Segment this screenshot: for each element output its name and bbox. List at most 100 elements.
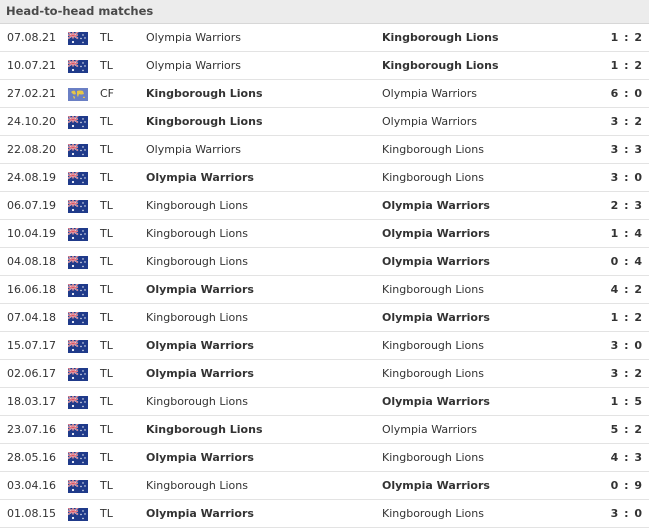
home-team[interactable]: Olympia Warriors (146, 164, 254, 191)
match-date: 07.04.18 (7, 311, 56, 324)
match-score[interactable]: 3 : 0 (611, 332, 643, 359)
match-row[interactable]: 01.08.15 TL Olympia Warriors Kingborough… (0, 500, 649, 528)
competition-code[interactable]: TL (100, 52, 113, 79)
competition-code[interactable]: TL (100, 388, 113, 415)
match-row[interactable]: 24.10.20 TL Kingborough Lions Olympia Wa… (0, 108, 649, 136)
home-team[interactable]: Kingborough Lions (146, 416, 263, 443)
match-row[interactable]: 02.06.17 TL Olympia Warriors Kingborough… (0, 360, 649, 388)
australia-flag-icon (68, 480, 88, 493)
competition-code[interactable]: TL (100, 444, 113, 471)
match-score[interactable]: 3 : 3 (611, 136, 643, 163)
match-row[interactable]: 27.02.21 CF Kingborough Lions Olympia Wa… (0, 80, 649, 108)
home-team[interactable]: Olympia Warriors (146, 52, 241, 79)
home-team[interactable]: Kingborough Lions (146, 472, 248, 499)
competition-code[interactable]: TL (100, 304, 113, 331)
match-score[interactable]: 2 : 3 (611, 192, 643, 219)
home-team[interactable]: Kingborough Lions (146, 304, 248, 331)
match-row[interactable]: 03.04.16 TL Kingborough Lions Olympia Wa… (0, 472, 649, 500)
match-date: 18.03.17 (7, 395, 56, 408)
home-team[interactable]: Olympia Warriors (146, 136, 241, 163)
away-team[interactable]: Olympia Warriors (382, 304, 490, 331)
home-team[interactable]: Olympia Warriors (146, 360, 254, 387)
away-team[interactable]: Kingborough Lions (382, 444, 484, 471)
away-team[interactable]: Kingborough Lions (382, 276, 484, 303)
away-team[interactable]: Kingborough Lions (382, 500, 484, 527)
match-row[interactable]: 07.08.21 TL Olympia Warriors Kingborough… (0, 24, 649, 52)
competition-code[interactable]: TL (100, 248, 113, 275)
match-score[interactable]: 3 : 0 (611, 164, 643, 191)
match-score[interactable]: 0 : 4 (611, 248, 643, 275)
match-date: 02.06.17 (7, 367, 56, 380)
home-team[interactable]: Olympia Warriors (146, 500, 254, 527)
home-team[interactable]: Kingborough Lions (146, 192, 248, 219)
match-score[interactable]: 0 : 9 (611, 472, 643, 499)
competition-code[interactable]: TL (100, 24, 113, 51)
home-team[interactable]: Kingborough Lions (146, 388, 248, 415)
away-team[interactable]: Olympia Warriors (382, 416, 477, 443)
competition-code[interactable]: TL (100, 192, 113, 219)
match-score[interactable]: 1 : 2 (611, 52, 643, 79)
competition-code[interactable]: TL (100, 472, 113, 499)
away-team[interactable]: Olympia Warriors (382, 248, 490, 275)
competition-code[interactable]: TL (100, 276, 113, 303)
competition-code[interactable]: TL (100, 136, 113, 163)
match-score[interactable]: 4 : 3 (611, 444, 643, 471)
match-score[interactable]: 4 : 2 (611, 276, 643, 303)
home-team[interactable]: Olympia Warriors (146, 332, 254, 359)
away-team[interactable]: Kingborough Lions (382, 332, 484, 359)
match-row[interactable]: 15.07.17 TL Olympia Warriors Kingborough… (0, 332, 649, 360)
match-score[interactable]: 3 : 2 (611, 360, 643, 387)
australia-flag-icon (68, 200, 88, 213)
match-row[interactable]: 10.07.21 TL Olympia Warriors Kingborough… (0, 52, 649, 80)
australia-flag-icon (68, 340, 88, 353)
match-date: 24.10.20 (7, 115, 56, 128)
match-score[interactable]: 1 : 4 (611, 220, 643, 247)
away-team[interactable]: Kingborough Lions (382, 136, 484, 163)
match-score[interactable]: 1 : 2 (611, 24, 643, 51)
competition-code[interactable]: TL (100, 332, 113, 359)
home-team[interactable]: Olympia Warriors (146, 276, 254, 303)
match-score[interactable]: 1 : 5 (611, 388, 643, 415)
home-team[interactable]: Kingborough Lions (146, 80, 263, 107)
home-team[interactable]: Olympia Warriors (146, 24, 241, 51)
match-row[interactable]: 04.08.18 TL Kingborough Lions Olympia Wa… (0, 248, 649, 276)
match-row[interactable]: 10.04.19 TL Kingborough Lions Olympia Wa… (0, 220, 649, 248)
competition-code[interactable]: CF (100, 80, 114, 107)
home-team[interactable]: Kingborough Lions (146, 248, 248, 275)
match-row[interactable]: 22.08.20 TL Olympia Warriors Kingborough… (0, 136, 649, 164)
australia-flag-icon (68, 396, 88, 409)
competition-code[interactable]: TL (100, 416, 113, 443)
away-team[interactable]: Kingborough Lions (382, 360, 484, 387)
match-row[interactable]: 07.04.18 TL Kingborough Lions Olympia Wa… (0, 304, 649, 332)
away-team[interactable]: Olympia Warriors (382, 388, 490, 415)
match-score[interactable]: 3 : 0 (611, 500, 643, 527)
competition-code[interactable]: TL (100, 108, 113, 135)
home-team[interactable]: Kingborough Lions (146, 220, 248, 247)
match-score[interactable]: 1 : 2 (611, 304, 643, 331)
match-score[interactable]: 6 : 0 (611, 80, 643, 107)
away-team[interactable]: Olympia Warriors (382, 472, 490, 499)
home-team[interactable]: Kingborough Lions (146, 108, 263, 135)
home-team[interactable]: Olympia Warriors (146, 444, 254, 471)
away-team[interactable]: Olympia Warriors (382, 108, 477, 135)
match-row[interactable]: 18.03.17 TL Kingborough Lions Olympia Wa… (0, 388, 649, 416)
away-team[interactable]: Olympia Warriors (382, 220, 490, 247)
match-score[interactable]: 3 : 2 (611, 108, 643, 135)
match-row[interactable]: 16.06.18 TL Olympia Warriors Kingborough… (0, 276, 649, 304)
match-date: 10.04.19 (7, 227, 56, 240)
away-team[interactable]: Olympia Warriors (382, 192, 490, 219)
away-team[interactable]: Kingborough Lions (382, 164, 484, 191)
competition-code[interactable]: TL (100, 220, 113, 247)
away-team[interactable]: Kingborough Lions (382, 24, 499, 51)
away-team[interactable]: Olympia Warriors (382, 80, 477, 107)
away-team[interactable]: Kingborough Lions (382, 52, 499, 79)
match-row[interactable]: 06.07.19 TL Kingborough Lions Olympia Wa… (0, 192, 649, 220)
competition-code[interactable]: TL (100, 164, 113, 191)
australia-flag-icon (68, 60, 88, 73)
match-row[interactable]: 23.07.16 TL Kingborough Lions Olympia Wa… (0, 416, 649, 444)
match-row[interactable]: 28.05.16 TL Olympia Warriors Kingborough… (0, 444, 649, 472)
match-row[interactable]: 24.08.19 TL Olympia Warriors Kingborough… (0, 164, 649, 192)
match-score[interactable]: 5 : 2 (611, 416, 643, 443)
competition-code[interactable]: TL (100, 360, 113, 387)
competition-code[interactable]: TL (100, 500, 113, 527)
